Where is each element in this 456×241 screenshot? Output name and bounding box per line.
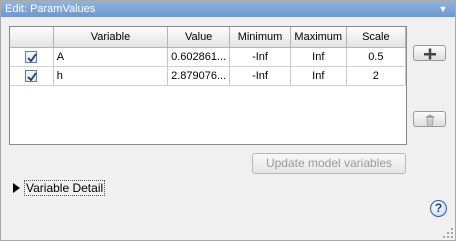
variable-cell[interactable]: A [53,47,169,67]
value-cell[interactable]: 2.879076... [167,66,231,86]
expand-triangle-icon[interactable] [13,183,20,193]
row-checkbox-cell [10,66,54,86]
variable-cell[interactable]: h [53,66,169,86]
maximum-cell[interactable]: Inf [290,47,347,67]
column-header-scale[interactable]: Scale [346,27,407,48]
variable-detail-label[interactable]: Variable Detail [23,180,106,196]
add-variable-button[interactable] [413,45,446,61]
value-cell[interactable]: 0.602861... [167,47,231,67]
column-header-value[interactable]: Value [167,27,231,48]
minimum-cell[interactable]: -Inf [229,66,291,86]
scale-cell[interactable]: 0.5 [346,47,407,67]
trash-icon [426,114,434,126]
maximum-cell[interactable]: Inf [290,66,347,86]
row-checkbox[interactable] [25,50,38,63]
checkmark-icon [27,53,38,62]
minimum-cell[interactable]: -Inf [229,47,291,67]
variables-table: Variable Value Minimum Maximum Scale A 0… [9,26,407,145]
column-header-maximum[interactable]: Maximum [290,27,347,48]
checkmark-icon [27,72,38,81]
table-row[interactable]: A 0.602861... -Inf Inf 0.5 [10,47,407,67]
window-title: Edit: ParamValues [5,3,96,15]
table-header-row: Variable Value Minimum Maximum Scale [10,27,407,48]
chevron-down-icon[interactable]: ▼ [437,1,449,17]
scale-cell[interactable]: 2 [346,66,407,86]
column-header-variable[interactable]: Variable [53,27,169,48]
row-checkbox-cell [10,47,54,67]
column-header-select[interactable] [10,27,54,48]
title-bar: Edit: ParamValues ▼ [1,1,455,17]
row-checkbox[interactable] [25,69,38,82]
edit-panel: Edit: ParamValues ▼ Variable Value Minim… [0,0,456,241]
plus-icon [424,48,436,60]
resize-grip-icon[interactable] [437,225,455,240]
column-header-minimum[interactable]: Minimum [229,27,291,48]
table-row[interactable]: h 2.879076... -Inf Inf 2 [10,66,407,86]
delete-variable-button[interactable] [413,111,446,127]
update-model-variables-button[interactable]: Update model variables [252,153,406,174]
help-icon[interactable]: ? [430,200,447,217]
